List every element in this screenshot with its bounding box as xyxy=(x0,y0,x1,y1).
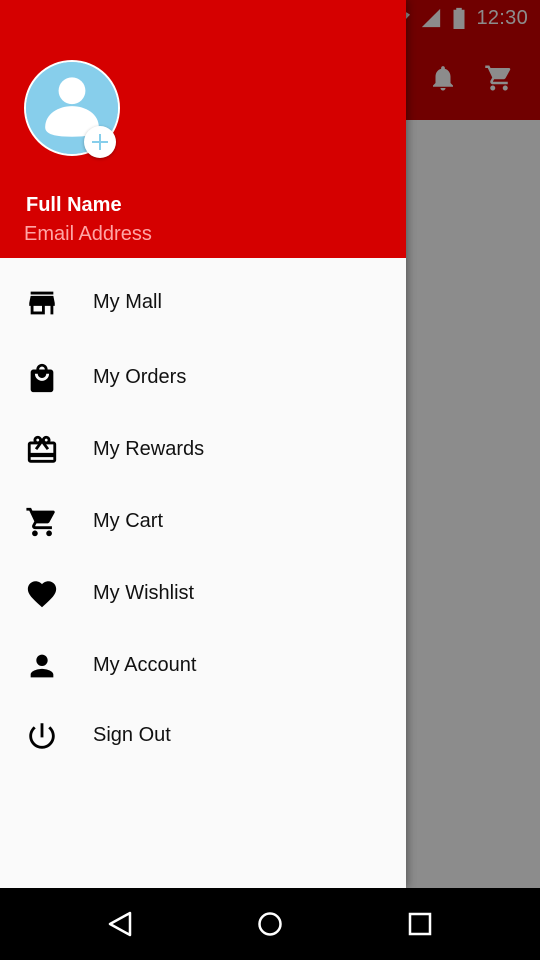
back-icon[interactable] xyxy=(100,904,140,944)
cart-icon xyxy=(24,504,60,540)
gift-card-icon xyxy=(24,432,60,468)
recents-icon[interactable] xyxy=(400,904,440,944)
menu-item-label: My Rewards xyxy=(93,438,205,460)
menu-item-my-orders[interactable]: My Orders xyxy=(0,346,406,410)
menu-item-label: My Mall xyxy=(93,291,162,313)
menu-item-sign-out[interactable]: Sign Out xyxy=(0,704,406,768)
person-icon xyxy=(24,648,60,684)
heart-icon xyxy=(24,576,60,612)
home-icon[interactable] xyxy=(250,904,290,944)
email-address: Email Address xyxy=(24,223,152,245)
add-circle-icon xyxy=(92,134,108,150)
drawer-header: Full Name Email Address xyxy=(0,0,406,258)
add-photo-button[interactable] xyxy=(84,126,116,158)
navigation-bar xyxy=(0,888,540,960)
menu-item-label: My Orders xyxy=(93,366,187,388)
power-icon xyxy=(24,718,60,754)
navigation-drawer: Full Name Email Address My Mall My Order… xyxy=(0,0,406,888)
shopping-bag-icon xyxy=(24,360,60,396)
menu-item-label: My Wishlist xyxy=(93,582,195,604)
menu-item-label: My Account xyxy=(93,654,197,676)
menu-item-my-mall[interactable]: My Mall xyxy=(0,271,406,335)
menu-item-my-rewards[interactable]: My Rewards xyxy=(0,418,406,482)
menu-item-label: Sign Out xyxy=(93,724,171,746)
menu-item-my-wishlist[interactable]: My Wishlist xyxy=(0,562,406,626)
store-icon xyxy=(24,285,60,321)
menu-item-my-account[interactable]: My Account xyxy=(0,634,406,698)
menu-item-label: My Cart xyxy=(93,510,163,532)
full-name: Full Name xyxy=(26,194,122,216)
menu-item-my-cart[interactable]: My Cart xyxy=(0,490,406,554)
